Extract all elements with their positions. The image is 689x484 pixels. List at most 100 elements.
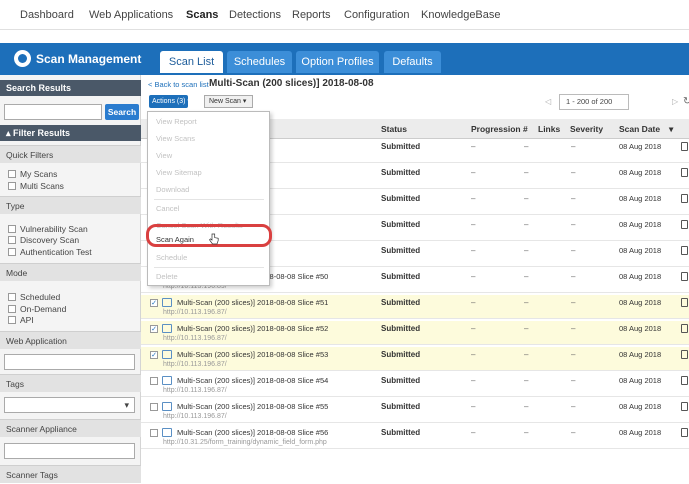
report-icon[interactable] xyxy=(681,272,688,281)
table-row[interactable]: Multi-Scan (200 slices)] 2018-08-08 Slic… xyxy=(141,425,689,449)
nav-scans[interactable]: Scans xyxy=(186,9,218,21)
report-icon[interactable] xyxy=(681,350,688,359)
row-checkbox[interactable] xyxy=(150,403,158,411)
scan-name[interactable]: Multi-Scan (200 slices)] 2018-08-08 Slic… xyxy=(177,350,328,359)
checkbox-icon[interactable] xyxy=(8,170,16,178)
tab-scan-list[interactable]: Scan List xyxy=(160,51,223,73)
report-icon[interactable] xyxy=(681,246,688,255)
scanner-appliance-input[interactable] xyxy=(4,443,135,459)
checkbox-icon[interactable] xyxy=(8,225,16,233)
row-checkbox[interactable]: ✓ xyxy=(150,299,158,307)
scan-name[interactable]: Multi-Scan (200 slices)] 2018-08-08 Slic… xyxy=(177,376,328,385)
filter-sidebar: Search Results Search ▴ Filter Results Q… xyxy=(0,75,141,483)
menu-schedule[interactable]: Schedule xyxy=(148,249,269,266)
menu-view-scans[interactable]: View Scans xyxy=(148,130,269,147)
menu-view-sitemap[interactable]: View Sitemap xyxy=(148,164,269,181)
pager-range[interactable]: 1 - 200 of 200 xyxy=(559,94,629,110)
search-input[interactable] xyxy=(4,104,102,120)
pager-previous-button[interactable]: ◁ xyxy=(545,94,557,110)
filter-discovery-scan[interactable]: Discovery Scan xyxy=(8,235,79,246)
table-row[interactable]: ✓ Multi-Scan (200 slices)] 2018-08-08 Sli… xyxy=(141,347,689,371)
sort-arrow-icon[interactable]: ▾ xyxy=(669,124,673,135)
report-icon[interactable] xyxy=(681,428,688,437)
table-row[interactable]: ✓ Multi-Scan (200 slices)] 2018-08-08 Sli… xyxy=(141,321,689,345)
progression-value: – xyxy=(471,220,476,229)
search-button[interactable]: Search xyxy=(105,104,139,120)
report-icon[interactable] xyxy=(681,168,688,177)
module-header: Scan Management Scan List Schedules Opti… xyxy=(0,43,689,75)
section-quick-filters[interactable]: Quick Filters xyxy=(0,145,141,163)
column-progression[interactable]: Progression # xyxy=(471,124,528,134)
new-scan-button[interactable]: New Scan ▾ xyxy=(204,95,253,108)
section-scanner-tags[interactable]: Scanner Tags xyxy=(0,465,141,483)
tab-schedules[interactable]: Schedules xyxy=(227,51,292,73)
scan-name[interactable]: Multi-Scan (200 slices)] 2018-08-08 Slic… xyxy=(177,324,328,333)
menu-view[interactable]: View xyxy=(148,147,269,164)
filter-scheduled[interactable]: Scheduled xyxy=(8,292,60,303)
report-icon[interactable] xyxy=(681,402,688,411)
checkbox-icon[interactable] xyxy=(8,248,16,256)
row-checkbox[interactable]: ✓ xyxy=(150,325,158,333)
filter-authentication-test[interactable]: Authentication Test xyxy=(8,247,92,258)
column-severity[interactable]: Severity xyxy=(570,124,603,134)
table-row[interactable]: Multi-Scan (200 slices)] 2018-08-08 Slic… xyxy=(141,399,689,423)
table-row[interactable]: ✓ Multi-Scan (200 slices)] 2018-08-08 Sli… xyxy=(141,295,689,319)
menu-view-report[interactable]: View Report xyxy=(148,113,269,130)
scan-name[interactable]: Multi-Scan (200 slices)] 2018-08-08 Slic… xyxy=(177,428,328,437)
tab-option-profiles[interactable]: Option Profiles xyxy=(296,51,379,73)
severity-value: – xyxy=(571,324,576,333)
checkbox-icon[interactable] xyxy=(8,236,16,244)
nav-dashboard[interactable]: Dashboard xyxy=(20,9,74,21)
pager-next-button[interactable]: ▷ xyxy=(672,94,682,110)
scan-name[interactable]: Multi-Scan (200 slices)] 2018-08-08 Slic… xyxy=(177,298,328,307)
filter-results-heading[interactable]: ▴ Filter Results xyxy=(0,125,141,141)
tags-dropdown[interactable]: ▾ xyxy=(4,397,135,413)
filter-api[interactable]: API xyxy=(8,315,34,326)
row-checkbox[interactable]: ✓ xyxy=(150,351,158,359)
checkbox-icon[interactable] xyxy=(8,316,16,324)
nav-web-applications[interactable]: Web Applications xyxy=(89,9,173,21)
severity-value: – xyxy=(571,350,576,359)
scan-status: Submitted xyxy=(381,376,421,385)
report-icon[interactable] xyxy=(681,376,688,385)
report-icon[interactable] xyxy=(681,220,688,229)
checkbox-icon[interactable] xyxy=(8,293,16,301)
nav-reports[interactable]: Reports xyxy=(292,9,331,21)
section-type[interactable]: Type xyxy=(0,196,141,214)
section-tags[interactable]: Tags xyxy=(0,374,141,392)
severity-value: – xyxy=(571,246,576,255)
tab-defaults[interactable]: Defaults xyxy=(384,51,441,73)
row-checkbox[interactable] xyxy=(150,377,158,385)
section-scanner-appliance[interactable]: Scanner Appliance xyxy=(0,419,141,437)
report-icon[interactable] xyxy=(681,298,688,307)
filter-my-scans[interactable]: My Scans xyxy=(8,169,57,180)
filter-on-demand[interactable]: On-Demand xyxy=(8,304,66,315)
menu-delete[interactable]: Delete xyxy=(148,268,269,285)
back-to-scan-list-link[interactable]: < Back to scan list xyxy=(148,80,209,89)
collapse-arrow-icon: ▴ xyxy=(6,128,14,138)
web-application-input[interactable] xyxy=(4,354,135,370)
refresh-icon[interactable]: ↻ xyxy=(683,94,689,110)
row-checkbox[interactable] xyxy=(150,429,158,437)
scan-status: Submitted xyxy=(381,272,421,281)
section-mode[interactable]: Mode xyxy=(0,263,141,281)
column-links[interactable]: Links xyxy=(538,124,560,134)
nav-configuration[interactable]: Configuration xyxy=(344,9,409,21)
checkbox-icon[interactable] xyxy=(8,305,16,313)
report-icon[interactable] xyxy=(681,142,688,151)
filter-vulnerability-scan[interactable]: Vulnerability Scan xyxy=(8,224,88,235)
menu-cancel[interactable]: Cancel xyxy=(148,200,269,217)
filter-multi-scans[interactable]: Multi Scans xyxy=(8,181,64,192)
column-status[interactable]: Status xyxy=(381,124,407,134)
column-scan-date[interactable]: Scan Date xyxy=(619,124,660,134)
table-row[interactable]: Multi-Scan (200 slices)] 2018-08-08 Slic… xyxy=(141,373,689,397)
scan-name[interactable]: Multi-Scan (200 slices)] 2018-08-08 Slic… xyxy=(177,402,328,411)
actions-button[interactable]: Actions (3) ▾ xyxy=(149,95,191,108)
nav-knowledgebase[interactable]: KnowledgeBase xyxy=(421,9,501,21)
nav-detections[interactable]: Detections xyxy=(229,9,281,21)
checkbox-icon[interactable] xyxy=(8,182,16,190)
menu-download[interactable]: Download xyxy=(148,181,269,198)
section-web-application[interactable]: Web Application xyxy=(0,331,141,349)
report-icon[interactable] xyxy=(681,324,688,333)
report-icon[interactable] xyxy=(681,194,688,203)
